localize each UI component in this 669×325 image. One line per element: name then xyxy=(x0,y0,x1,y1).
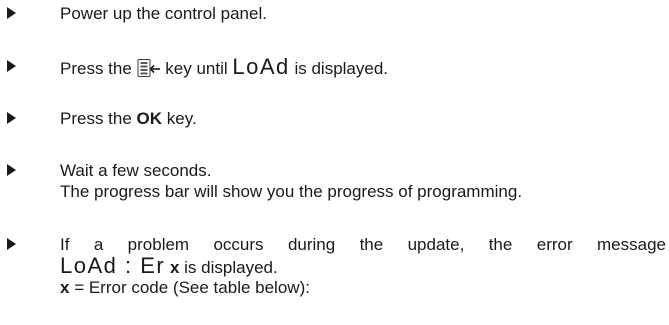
bullet-arrow-icon xyxy=(7,7,16,19)
lcd-display-text: LoAd xyxy=(232,54,290,79)
lcd-error-display-text: LoAd : Er xyxy=(60,253,166,278)
step-2-text-before: Press the xyxy=(60,59,137,78)
step-4-line-1: Wait a few seconds. xyxy=(60,161,212,180)
step-1-text: Power up the control panel. xyxy=(60,4,267,23)
error-code-legend-text: = Error code (See table below): xyxy=(69,278,310,297)
step-2-text-after: is displayed. xyxy=(289,59,389,78)
step-2-text-middle: key until xyxy=(160,59,233,78)
step-5-text-after: is displayed. xyxy=(179,258,278,277)
bullet-arrow-icon xyxy=(7,164,16,176)
menu-key-icon xyxy=(137,59,161,77)
error-code-variable: x xyxy=(169,258,180,277)
step-5-line-1: If a problem occurs during the update, t… xyxy=(60,235,666,254)
step-3-text-before: Press the xyxy=(60,109,137,128)
bullet-arrow-icon xyxy=(7,238,16,250)
step-3-text-after: key. xyxy=(162,109,197,128)
step-4-line-2: The progress bar will show you the progr… xyxy=(60,182,523,201)
bullet-arrow-icon xyxy=(7,112,16,124)
bullet-arrow-icon xyxy=(7,60,16,72)
ok-key-label: OK xyxy=(136,109,163,128)
